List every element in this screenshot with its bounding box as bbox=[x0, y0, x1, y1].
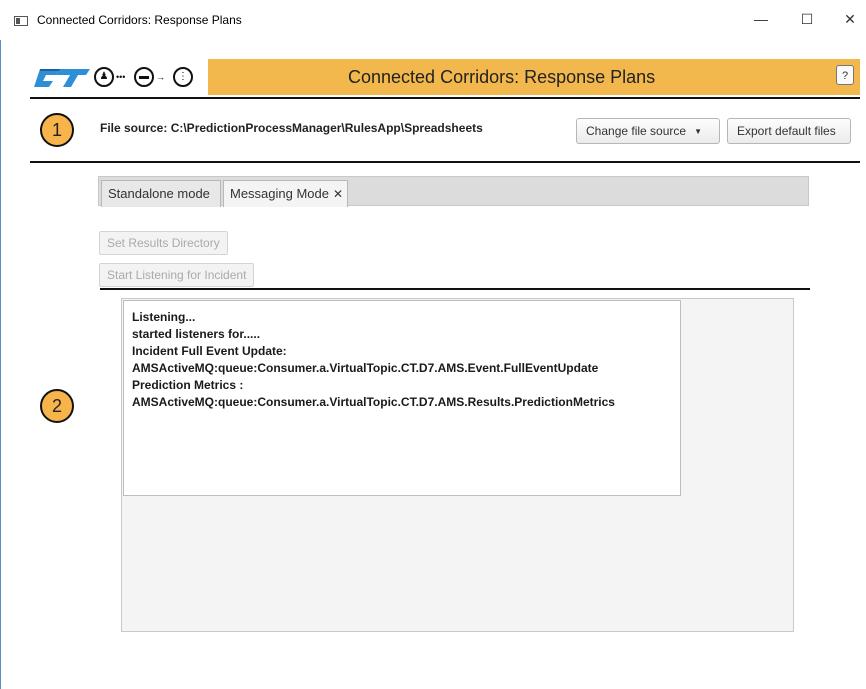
close-icon[interactable]: ✕ bbox=[333, 187, 343, 201]
log-line: started listeners for..... bbox=[132, 327, 261, 341]
caltrans-logo-icon bbox=[34, 69, 90, 87]
action-divider bbox=[100, 288, 810, 290]
app-window-icon bbox=[14, 16, 28, 26]
tab-messaging-mode[interactable]: Messaging Mode ✕ bbox=[223, 180, 348, 207]
section-divider bbox=[30, 161, 860, 163]
title-bar: Connected Corridors: Response Plans — ☐ … bbox=[0, 0, 866, 40]
log-line: AMSActiveMQ:queue:Consumer.a.VirtualTopi… bbox=[132, 361, 599, 375]
tab-standalone-mode[interactable]: Standalone mode bbox=[101, 180, 221, 207]
close-button[interactable]: ✕ bbox=[838, 8, 862, 30]
arrow-icon: → bbox=[156, 72, 165, 82]
change-file-source-label: Change file source bbox=[586, 124, 687, 138]
help-button[interactable]: ? bbox=[836, 65, 854, 85]
chevron-down-icon: ▼ bbox=[694, 127, 702, 136]
window-title: Connected Corridors: Response Plans bbox=[37, 13, 242, 27]
log-line: Prediction Metrics : bbox=[132, 378, 244, 392]
export-default-files-button[interactable]: Export default files bbox=[727, 118, 851, 144]
log-line: Listening... bbox=[132, 310, 196, 324]
people-icon: ♟ bbox=[94, 67, 114, 87]
app-header: ♟ ••• ▬ → ⋮ Connected Corridors: Respons… bbox=[30, 59, 860, 95]
set-results-directory-button[interactable]: Set Results Directory bbox=[99, 231, 228, 255]
change-file-source-button[interactable]: Change file source ▼ bbox=[576, 118, 720, 144]
logo-area: ♟ ••• ▬ → ⋮ bbox=[30, 59, 208, 95]
traffic-light-icon: ⋮ bbox=[173, 67, 193, 87]
file-source-label: File source: C:\PredictionProcessManager… bbox=[100, 121, 483, 135]
start-listening-button[interactable]: Start Listening for Incident bbox=[99, 263, 255, 287]
car-icon: ▬ bbox=[134, 67, 154, 87]
log-line: AMSActiveMQ:queue:Consumer.a.VirtualTopi… bbox=[132, 395, 615, 409]
badge-2: 2 bbox=[40, 389, 74, 423]
log-line: Incident Full Event Update: bbox=[132, 344, 287, 358]
log-textarea[interactable]: Listening... started listeners for..... … bbox=[123, 300, 681, 496]
tab-messaging-mode-label: Messaging Mode bbox=[230, 186, 329, 201]
maximize-button[interactable]: ☐ bbox=[795, 8, 819, 30]
header-divider bbox=[30, 97, 860, 99]
minimize-button[interactable]: — bbox=[749, 8, 773, 30]
dots-icon: ••• bbox=[116, 72, 126, 82]
app-title: Connected Corridors: Response Plans bbox=[348, 67, 656, 87]
tab-bar: Standalone mode Messaging Mode ✕ bbox=[98, 176, 809, 207]
badge-1: 1 bbox=[40, 113, 74, 147]
